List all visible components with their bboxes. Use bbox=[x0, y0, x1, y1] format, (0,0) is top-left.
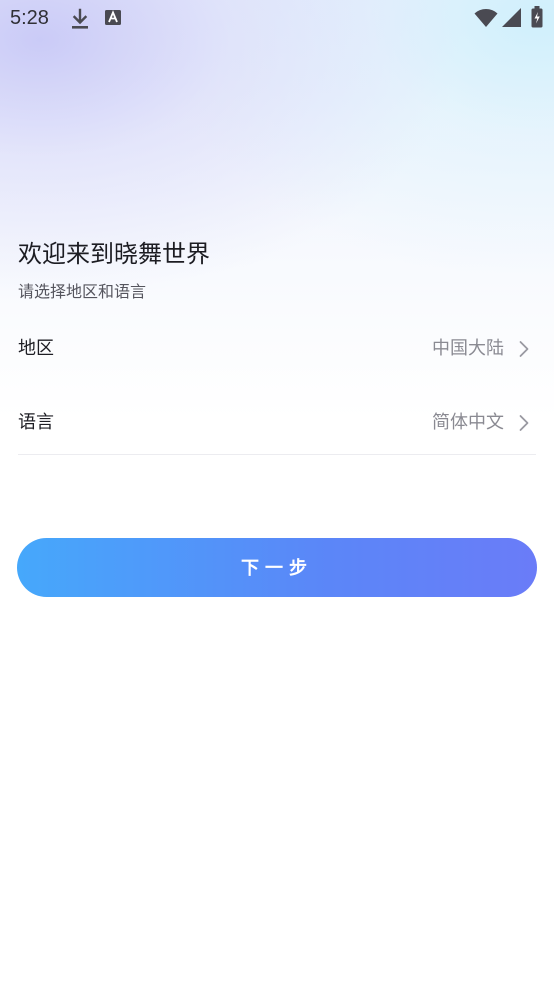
chevron-right-icon bbox=[519, 341, 529, 357]
language-row[interactable]: 语言 简体中文 bbox=[18, 386, 536, 460]
a-letter-icon bbox=[105, 10, 121, 25]
language-value: 简体中文 bbox=[432, 412, 504, 433]
welcome-title: 欢迎来到晓舞世界 bbox=[18, 240, 210, 268]
signal-icon bbox=[502, 8, 521, 27]
status-bar: 5:28 bbox=[0, 0, 554, 38]
language-label: 语言 bbox=[18, 412, 54, 433]
status-time: 5:28 bbox=[10, 7, 49, 29]
welcome-subtitle: 请选择地区和语言 bbox=[18, 282, 147, 301]
divider bbox=[18, 454, 536, 455]
chevron-right-icon bbox=[519, 415, 529, 431]
next-step-button[interactable]: 下一步 bbox=[17, 538, 537, 597]
region-row[interactable]: 地区 中国大陆 bbox=[18, 312, 536, 386]
region-value: 中国大陆 bbox=[432, 338, 504, 359]
wifi-icon bbox=[474, 9, 498, 27]
download-icon bbox=[72, 8, 88, 29]
region-label: 地区 bbox=[18, 338, 54, 359]
battery-icon bbox=[531, 6, 543, 28]
